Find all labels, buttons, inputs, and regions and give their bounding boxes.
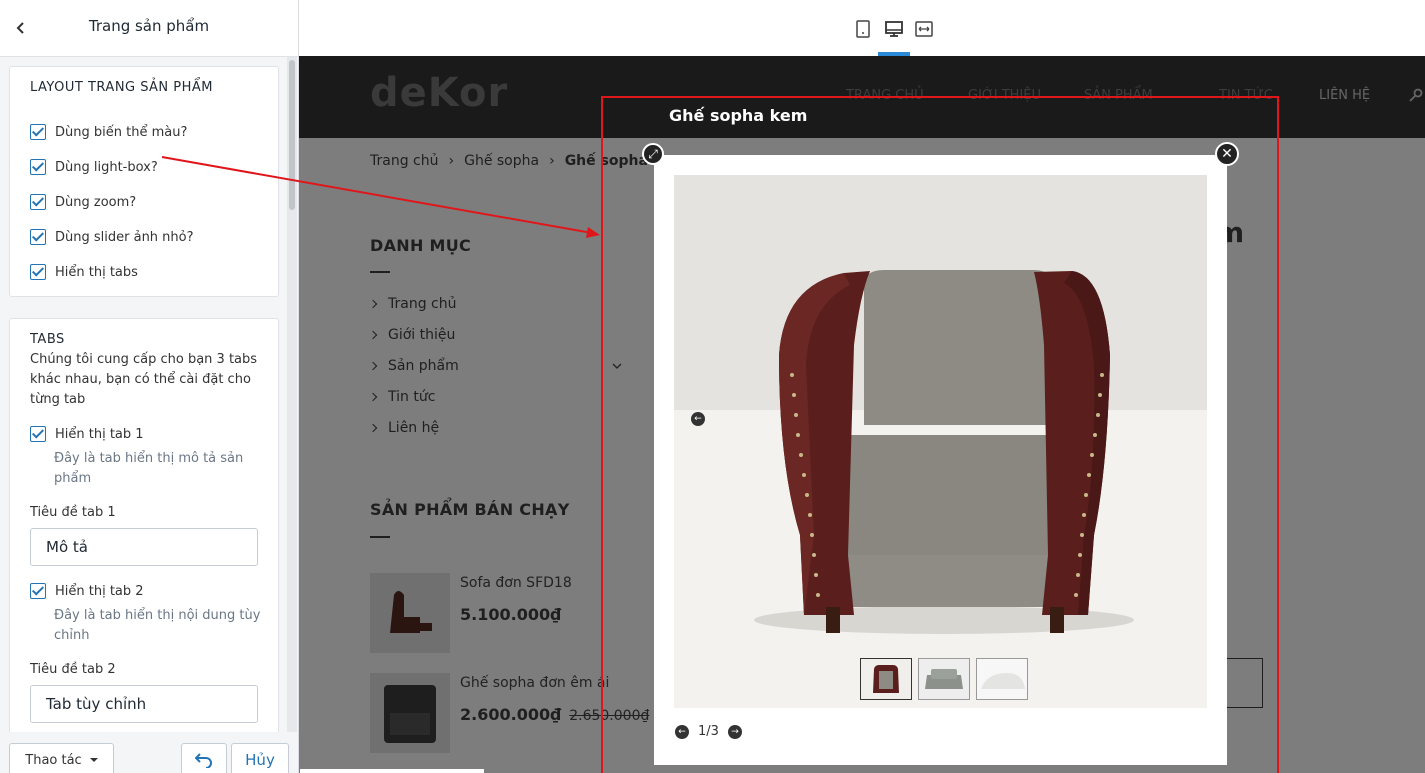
- preview-bottom-strip: [300, 769, 484, 773]
- annotation-arrow: [161, 156, 600, 238]
